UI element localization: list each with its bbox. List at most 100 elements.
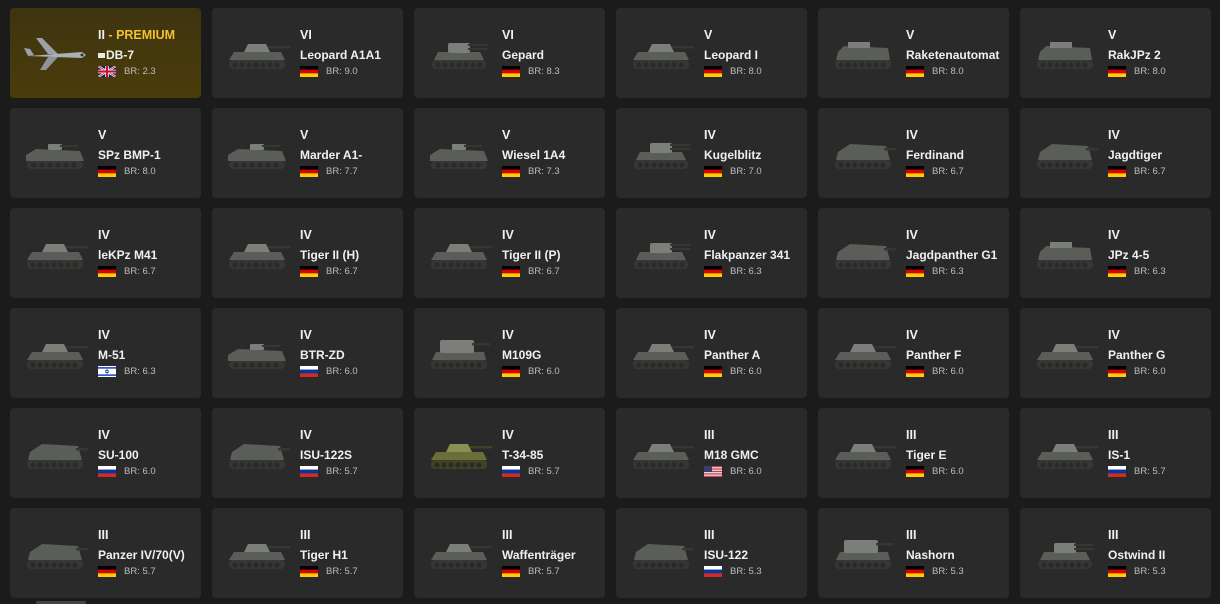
vehicle-card[interactable]: IV Panther G BR: 6.0 xyxy=(1020,308,1211,398)
vehicle-card[interactable]: IV Tiger II (P) BR: 6.7 xyxy=(414,208,605,298)
tank-icon xyxy=(431,340,490,369)
tank-icon xyxy=(1037,444,1098,469)
battle-rating: BR: 7.7 xyxy=(326,165,358,177)
vehicle-name: Gepard xyxy=(502,48,545,62)
vehicle-card[interactable]: IV BTR-ZD BR: 6.0 xyxy=(212,308,403,398)
flag-de-icon xyxy=(704,365,722,377)
vehicle-card[interactable]: III IS-1 BR: 5.7 xyxy=(1020,408,1211,498)
flag-de-icon xyxy=(906,565,924,577)
battle-rating: BR: 5.3 xyxy=(932,565,964,577)
battle-rating: BR: 6.0 xyxy=(730,365,762,377)
vehicle-card[interactable]: III Waffenträger BR: 5.7 xyxy=(414,508,605,598)
vehicle-card[interactable]: IV JPz 4-5 BR: 6.3 xyxy=(1020,208,1211,298)
vehicle-card[interactable]: VI Leopard A1A1 BR: 9.0 xyxy=(212,8,403,98)
battle-rating: BR: 6.7 xyxy=(1134,165,1166,177)
vehicle-card[interactable]: IV Kugelblitz BR: 7.0 xyxy=(616,108,807,198)
battle-rating: BR: 6.3 xyxy=(1134,265,1166,277)
flag-de-icon xyxy=(98,565,116,577)
vehicle-card[interactable]: IV Jagdpanther G1 BR: 6.3 xyxy=(818,208,1009,298)
vehicle-card[interactable]: IV Flakpanzer 341 BR: 6.3 xyxy=(616,208,807,298)
vehicle-card[interactable]: IV M109G BR: 6.0 xyxy=(414,308,605,398)
vehicle-name: M-51 xyxy=(98,348,126,362)
vehicle-card[interactable]: IV Panther A BR: 6.0 xyxy=(616,308,807,398)
vehicle-card[interactable]: IV Jagdtiger BR: 6.7 xyxy=(1020,108,1211,198)
vehicle-rank: III xyxy=(704,528,715,542)
flag-ru-icon xyxy=(1108,465,1126,477)
vehicle-rank: IV xyxy=(300,328,312,342)
flag-de-icon xyxy=(704,265,722,277)
flag-de-icon xyxy=(502,165,520,177)
vehicle-name: Tiger II (P) xyxy=(502,248,561,262)
vehicle-card[interactable]: V RakJPz 2 BR: 8.0 xyxy=(1020,8,1211,98)
flag-il-icon xyxy=(98,365,116,377)
vehicle-card[interactable]: IV M-51 BR: 6.3 xyxy=(10,308,201,398)
vehicle-name: Nashorn xyxy=(906,548,955,562)
vehicle-rank: III xyxy=(704,428,715,442)
vehicle-card[interactable]: III Panzer IV/70(V) BR: 5.7 xyxy=(10,508,201,598)
vehicle-card[interactable]: IV leKPz M41 BR: 6.7 xyxy=(10,208,201,298)
vehicle-card[interactable]: III Tiger E BR: 6.0 xyxy=(818,408,1009,498)
vehicle-name: Leopard A1A1 xyxy=(300,48,381,62)
vehicle-card[interactable]: III M18 GMC BR: 6.0 xyxy=(616,408,807,498)
vehicle-name: Waffenträger xyxy=(502,548,576,562)
battle-rating: BR: 6.0 xyxy=(528,365,560,377)
battle-rating: BR: 6.3 xyxy=(730,265,762,277)
premium-label: PREMIUM xyxy=(116,28,176,42)
vehicle-card[interactable]: IV Panther F BR: 6.0 xyxy=(818,308,1009,398)
tank-icon xyxy=(835,444,896,469)
vehicle-rank: IV xyxy=(98,228,110,242)
vehicle-rank: IV xyxy=(906,128,918,142)
vehicle-card[interactable]: V Leopard I BR: 8.0 xyxy=(616,8,807,98)
battle-rating: BR: 7.0 xyxy=(730,165,762,177)
vehicle-rank: III xyxy=(906,528,917,542)
battle-rating: BR: 6.3 xyxy=(124,365,156,377)
battle-rating: BR: 5.7 xyxy=(528,565,560,577)
vehicle-name: leKPz M41 xyxy=(98,248,158,262)
tank-icon xyxy=(835,42,891,69)
flag-ru-icon xyxy=(300,365,318,377)
vehicle-card[interactable]: V Raketenautomat BR: 8.0 xyxy=(818,8,1009,98)
battle-rating: BR: 5.3 xyxy=(730,565,762,577)
vehicle-rank: IV xyxy=(502,328,514,342)
vehicle-rank: V xyxy=(704,28,713,42)
flag-de-icon xyxy=(300,265,318,277)
vehicle-rank: III xyxy=(906,428,917,442)
vehicle-name: M18 GMC xyxy=(704,448,759,462)
tank-icon xyxy=(633,444,694,469)
vehicle-rank: IV xyxy=(906,328,918,342)
flag-de-icon xyxy=(906,165,924,177)
vehicle-card[interactable]: III Tiger H1 BR: 5.7 xyxy=(212,508,403,598)
tank-icon xyxy=(1037,242,1093,269)
vehicle-card[interactable]: IV SU-100 BR: 6.0 xyxy=(10,408,201,498)
vehicle-card[interactable]: III Nashorn BR: 5.3 xyxy=(818,508,1009,598)
vehicle-name: Panther G xyxy=(1108,348,1166,362)
vehicle-card[interactable]: IV ISU-122S BR: 5.7 xyxy=(212,408,403,498)
vehicle-rank: IV xyxy=(906,228,918,242)
vehicle-card[interactable]: IV Ferdinand BR: 6.7 xyxy=(818,108,1009,198)
battle-rating: BR: 2.3 xyxy=(124,65,156,77)
vehicle-name: Marder A1- xyxy=(300,148,363,162)
vehicle-card[interactable]: III Ostwind II BR: 5.3 xyxy=(1020,508,1211,598)
vehicle-card[interactable]: VI Gepard BR: 8.3 xyxy=(414,8,605,98)
vehicle-card[interactable]: III ISU-122 BR: 5.3 xyxy=(616,508,807,598)
battle-rating: BR: 8.0 xyxy=(124,165,156,177)
vehicle-card[interactable]: IV Tiger II (H) BR: 6.7 xyxy=(212,208,403,298)
battle-rating: BR: 8.0 xyxy=(932,65,964,77)
battle-rating: BR: 6.7 xyxy=(528,265,560,277)
vehicle-card[interactable]: IV T-34-85 BR: 5.7 xyxy=(414,408,605,498)
vehicle-rank: VI xyxy=(300,28,312,42)
vehicle-rank: IV xyxy=(300,428,312,442)
vehicle-name: Ostwind II xyxy=(1108,548,1166,562)
flag-de-icon xyxy=(704,165,722,177)
tank-icon xyxy=(228,144,286,169)
vehicle-card[interactable]: V Wiesel 1A4 BR: 7.3 xyxy=(414,108,605,198)
vehicle-card[interactable]: V SPz BMP-1 BR: 8.0 xyxy=(10,108,201,198)
vehicle-card[interactable]: V Marder A1- BR: 7.7 xyxy=(212,108,403,198)
tank-icon xyxy=(229,544,290,569)
vehicle-card[interactable]: II - PREMIUM DB-7 BR: 2.3 xyxy=(10,8,201,98)
vehicle-rank: VI xyxy=(502,28,514,42)
tank-icon xyxy=(228,344,286,369)
vehicle-rank: IV xyxy=(1108,228,1120,242)
vehicle-name: RakJPz 2 xyxy=(1108,48,1161,62)
flag-de-icon xyxy=(300,565,318,577)
